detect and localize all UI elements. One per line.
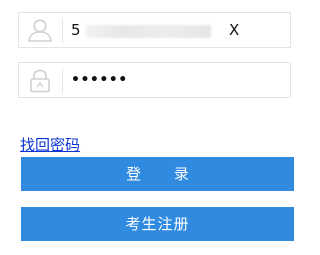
- forgot-password-link[interactable]: 找回密码: [20, 136, 80, 154]
- username-last-char: X: [229, 21, 240, 39]
- password-field[interactable]: ••••••: [18, 62, 291, 98]
- password-value[interactable]: ••••••: [71, 70, 230, 90]
- username-field[interactable]: 5 X: [18, 12, 291, 48]
- lock-icon: [27, 69, 53, 93]
- field-divider: [62, 19, 63, 43]
- forgot-password-row: 找回密码: [20, 136, 80, 154]
- login-button[interactable]: 登 录: [21, 157, 294, 191]
- username-value[interactable]: 5 X: [71, 20, 239, 40]
- register-button[interactable]: 考生注册: [21, 207, 294, 241]
- username-blurred-segment: [86, 25, 211, 38]
- username-first-char: 5: [71, 21, 81, 39]
- field-divider: [62, 69, 63, 93]
- user-icon: [27, 19, 53, 43]
